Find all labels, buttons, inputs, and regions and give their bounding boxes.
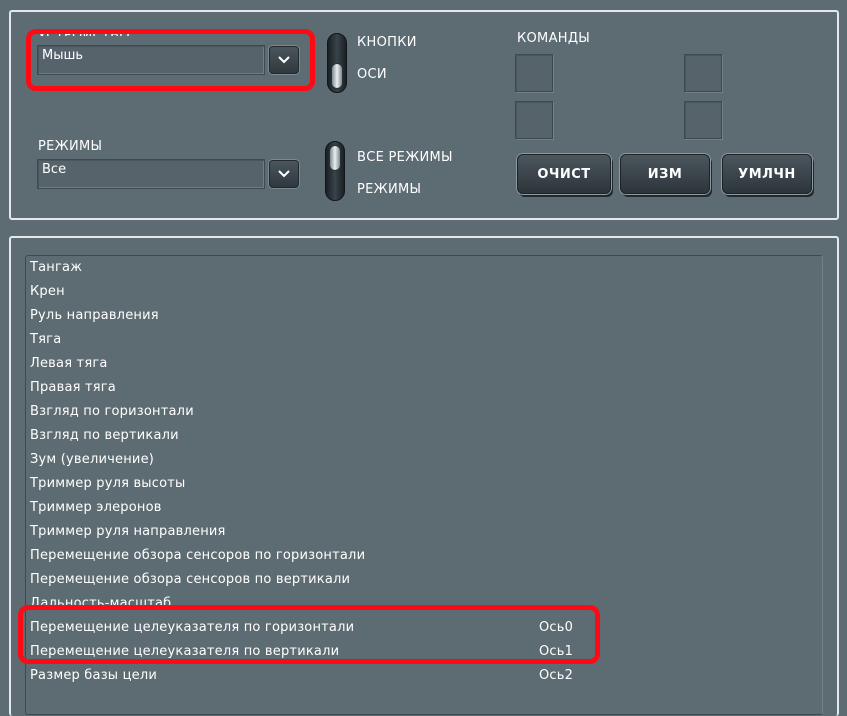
device-dropdown[interactable]: Мышь — [37, 45, 299, 75]
list-item[interactable]: Тангаж — [30, 258, 810, 282]
row-action: Перемещение обзора сенсоров по горизонта… — [30, 548, 366, 563]
list-item[interactable]: Правая тяга — [30, 378, 810, 402]
toggle-axes-label[interactable]: ОСИ — [357, 67, 387, 82]
toggle-knob — [329, 145, 341, 171]
commands-label: КОМАНДЫ — [517, 31, 591, 46]
list-item[interactable]: Перемещение целеуказателя по вертикали Ос… — [30, 642, 810, 666]
row-action: Размер базы цели — [30, 668, 158, 683]
device-label: УСТРОЙСТВО — [38, 28, 130, 36]
modes-toggle[interactable] — [322, 141, 348, 201]
list-item[interactable]: Перемещение обзора сенсоров по вертикали — [30, 570, 810, 594]
row-action: Взгляд по горизонтали — [30, 404, 194, 419]
row-action: Триммер руля высоты — [30, 476, 186, 491]
row-axis: Ось2 — [539, 668, 574, 683]
row-action: Левая тяга — [30, 356, 108, 371]
list-item[interactable]: Триммер элеронов — [30, 498, 810, 522]
row-action: Руль направления — [30, 308, 159, 323]
row-action: Триммер руля направления — [30, 524, 226, 539]
chevron-down-icon[interactable] — [269, 46, 299, 74]
row-action: Триммер элеронов — [30, 500, 162, 515]
list-item[interactable]: Зум (увеличение) — [30, 450, 810, 474]
row-action: Тангаж — [30, 260, 83, 275]
device-value: Мышь — [37, 45, 265, 75]
row-action: Крен — [30, 284, 65, 299]
list-item[interactable]: Перемещение целеуказателя по горизонтали… — [30, 618, 810, 642]
list-item[interactable]: Руль направления — [30, 306, 810, 330]
row-action: Правая тяга — [30, 380, 116, 395]
list-item[interactable]: Триммер руля высоты — [30, 474, 810, 498]
type-toggle[interactable] — [324, 33, 350, 93]
default-button[interactable]: УМЛЧН — [722, 154, 812, 194]
change-button[interactable]: ИЗМ — [620, 154, 710, 194]
row-axis: Ось1 — [539, 644, 574, 659]
list-item[interactable]: Левая тяга — [30, 354, 810, 378]
axis-bindings-list: Тангаж Крен Руль направления Тяга Левая … — [25, 255, 823, 715]
row-action: Перемещение обзора сенсоров по вертикали — [30, 572, 351, 587]
toggle-all-modes-label[interactable]: ВСЕ РЕЖИМЫ — [357, 150, 453, 165]
modes-label: РЕЖИМЫ — [38, 139, 103, 154]
row-action: Зум (увеличение) — [30, 452, 155, 467]
toggle-knob — [331, 63, 343, 89]
list-item[interactable]: Размер базы цели Ось2 — [30, 666, 810, 690]
row-action: Тяга — [30, 332, 62, 347]
list-item[interactable]: Триммер руля направления — [30, 522, 810, 546]
list-item[interactable]: Дальность-масштаб — [30, 594, 810, 618]
list-item[interactable]: Взгляд по горизонтали — [30, 402, 810, 426]
toggle-modes-label[interactable]: РЕЖИМЫ — [357, 182, 421, 197]
command-slot[interactable] — [684, 54, 722, 92]
toggle-buttons-label[interactable]: КНОПКИ — [357, 35, 417, 50]
list-item[interactable]: Взгляд по вертикали — [30, 426, 810, 450]
command-slot[interactable] — [684, 101, 722, 139]
list-item[interactable]: Перемещение обзора сенсоров по горизонта… — [30, 546, 810, 570]
row-action: Перемещение целеуказателя по вертикали — [30, 644, 340, 659]
list-item[interactable]: Крен — [30, 282, 810, 306]
command-slot[interactable] — [515, 54, 553, 92]
row-action: Взгляд по вертикали — [30, 428, 179, 443]
row-axis: Ось0 — [539, 620, 574, 635]
row-action: Перемещение целеуказателя по горизонтали — [30, 620, 355, 635]
command-slot[interactable] — [515, 101, 553, 139]
modes-value: Все — [37, 159, 265, 189]
row-action: Дальность-масштаб — [30, 596, 172, 611]
modes-dropdown[interactable]: Все — [37, 159, 299, 189]
clear-button[interactable]: ОЧИСТ — [517, 154, 611, 194]
list-item[interactable]: Тяга — [30, 330, 810, 354]
chevron-down-icon[interactable] — [269, 160, 299, 188]
